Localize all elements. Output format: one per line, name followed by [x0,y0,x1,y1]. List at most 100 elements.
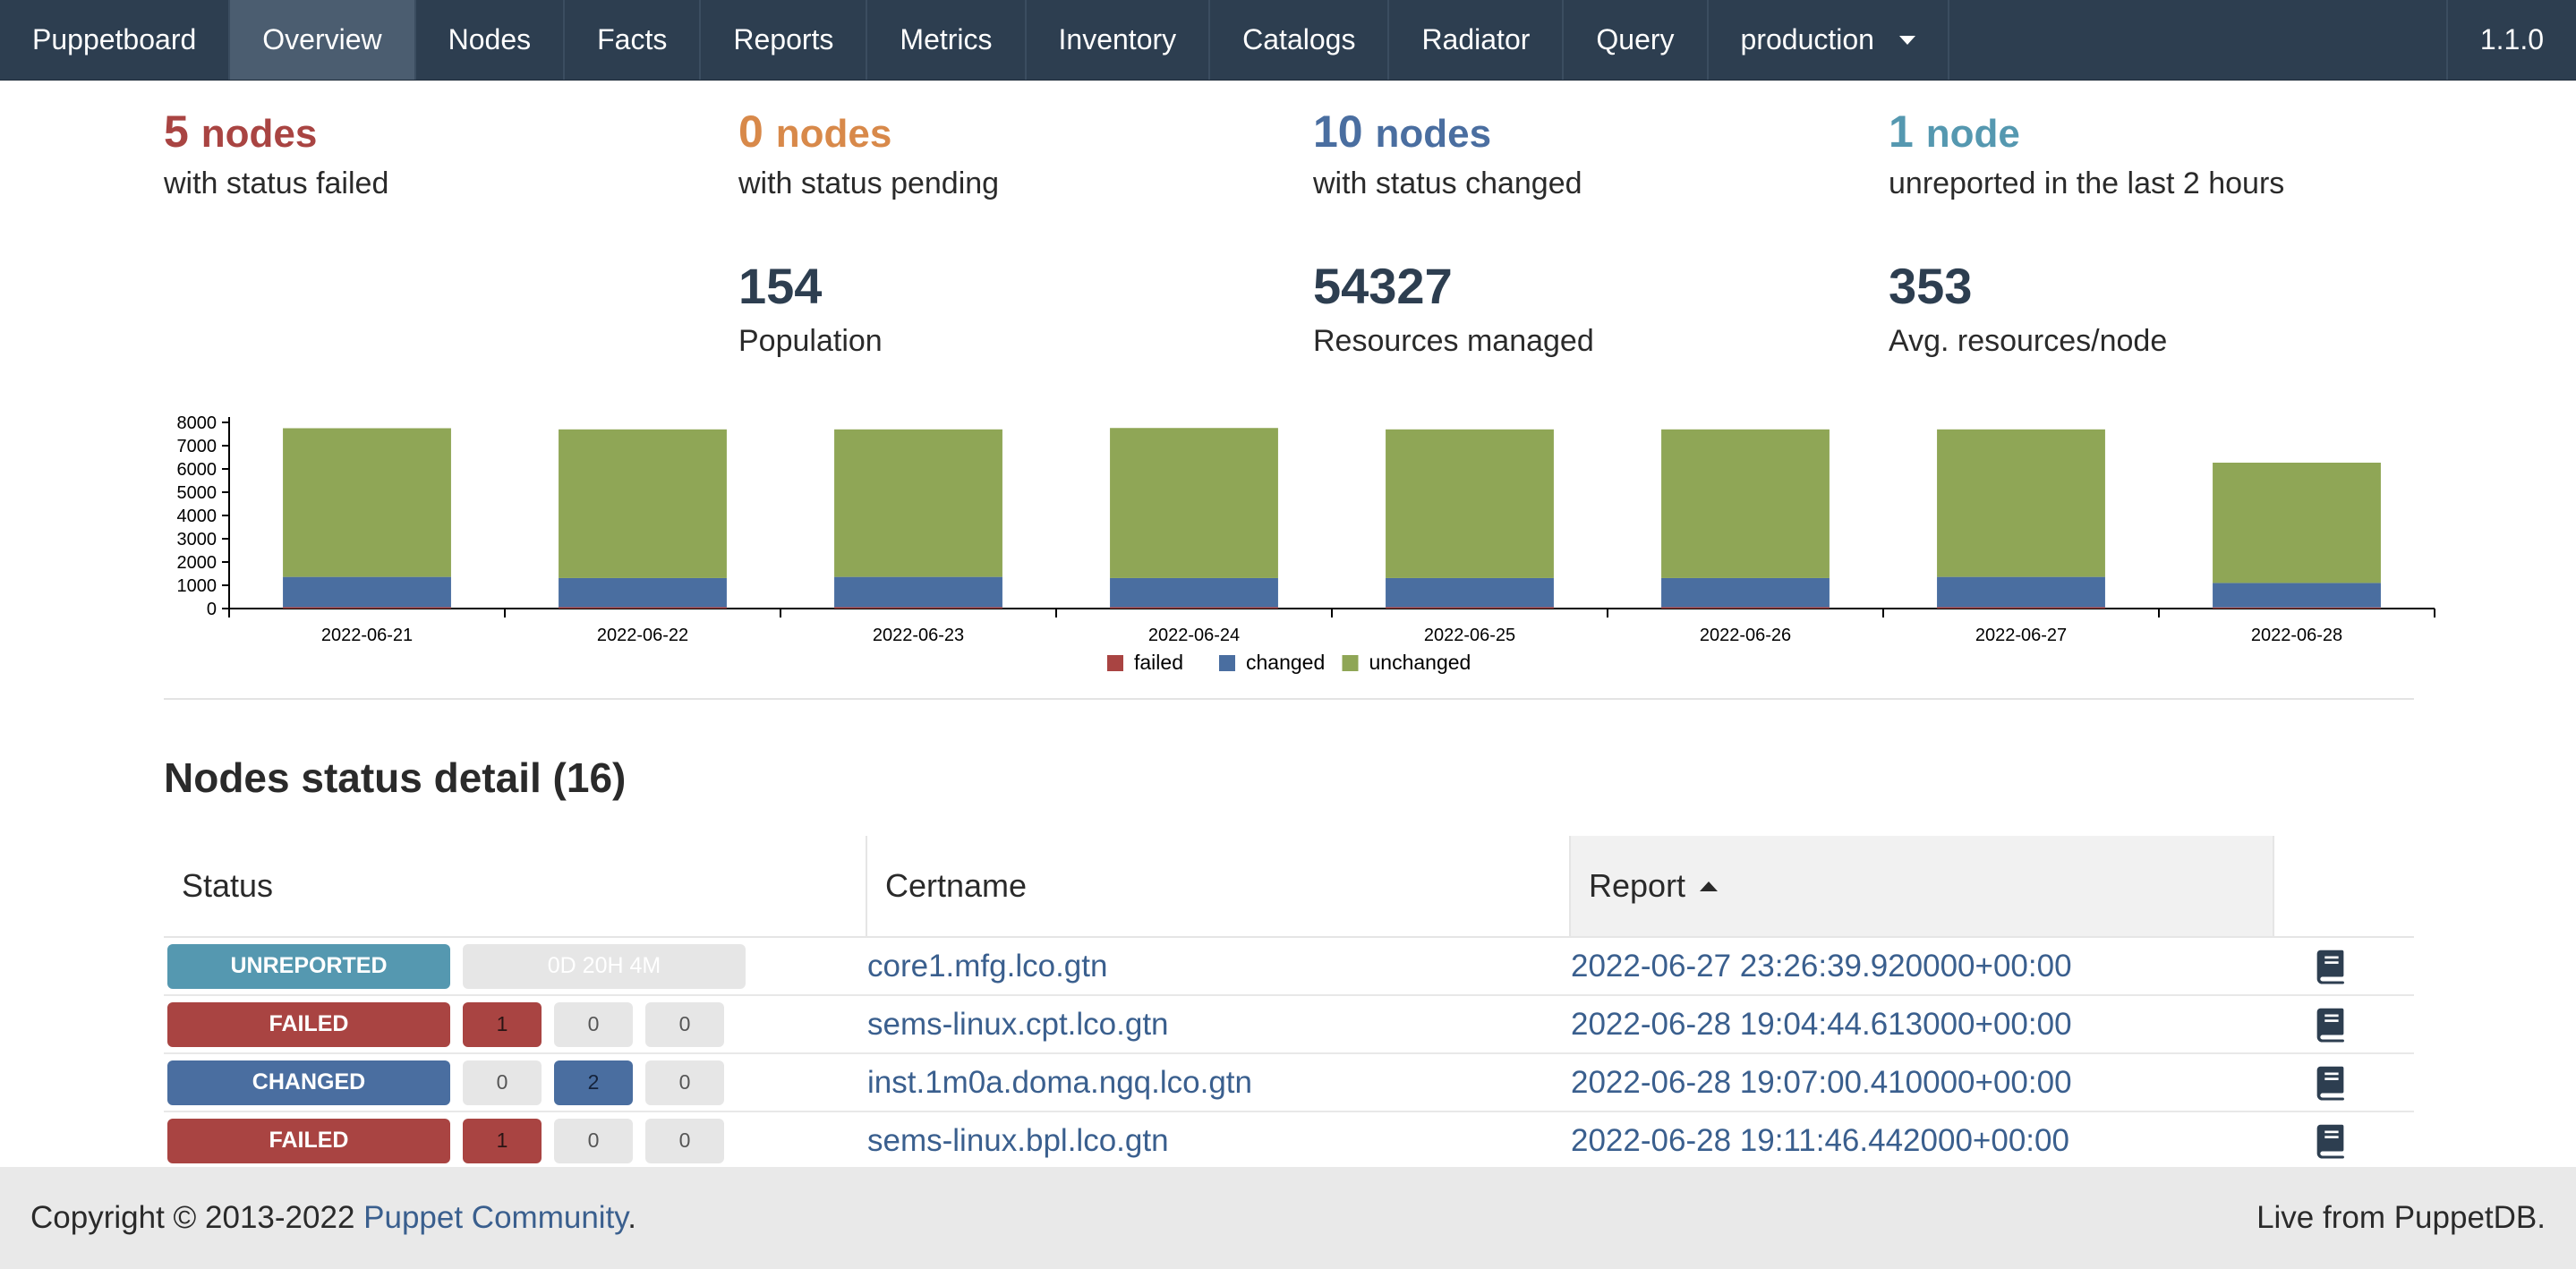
x-tick-label: 2022-06-22 [597,626,688,645]
legend-swatch-failed [1107,655,1123,671]
bar-changed [2213,583,2381,608]
status-badge[interactable]: FAILED [167,1118,450,1163]
x-tick-label: 2022-06-23 [873,626,964,645]
top-navbar: Puppetboard Overview Nodes Facts Reports… [0,0,2576,81]
stat-population: 154 Population [738,261,883,359]
bar-changed [1937,576,2105,608]
stat-resources: 54327 Resources managed [1313,261,1594,359]
nav-facts[interactable]: Facts [565,0,702,80]
stat-failed[interactable]: 5 nodes with status failed [164,109,388,201]
unreported-time-badge: 0D 20H 4M [463,943,746,989]
puppet-community-link[interactable]: Puppet Community [363,1200,627,1235]
stat-pending[interactable]: 0 nodes with status pending [738,109,999,201]
stat-unreported[interactable]: 1 node unreported in the last 2 hours [1889,109,2284,201]
y-tick-label: 3000 [177,530,218,549]
stat-unreported-label: unreported in the last 2 hours [1889,166,2285,200]
nav-query[interactable]: Query [1564,0,1709,80]
header-certname[interactable]: Certname [867,836,1571,936]
nodes-status-table: Status Certname Report UNREPORTED 0D 20H … [164,836,2414,1171]
catalog-book-icon[interactable] [2310,1062,2351,1103]
status-badge[interactable]: FAILED [167,1001,450,1047]
environment-dropdown[interactable]: production [1709,0,1949,80]
table-header: Status Certname Report [164,836,2414,938]
bar-changed [1386,577,1554,608]
stat-resources-value: 54327 [1313,258,1453,314]
table-row: UNREPORTED 0D 20H 4M core1.mfg.lco.gtn 2022… [164,938,2414,996]
footer-copyright: Copyright © 2013-2022 Puppet Community. [30,1200,636,1236]
nav-overview[interactable]: Overview [230,0,416,80]
table-row: CHANGED 0 2 0 inst.1m0a.doma.ngq.lco.gtn 2022… [164,1054,2414,1112]
noop-count: 0 [645,1118,724,1163]
certname-link[interactable]: sems-linux.bpl.lco.gtn [867,1123,1169,1159]
report-link[interactable]: 2022-06-28 19:04:44.613000+00:00 [1571,1007,2072,1043]
changed-count: 0 [554,1001,633,1047]
y-tick-label: 2000 [177,553,218,573]
failed-count: 0 [463,1060,542,1105]
stat-pending-count: 0 [738,106,763,157]
y-tick-label: 0 [207,600,217,619]
noop-count: 0 [645,1001,724,1047]
version-label: 1.1.0 [2445,0,2576,80]
legend-label: unchanged [1369,651,1471,674]
status-badge[interactable]: UNREPORTED [167,943,450,989]
footer-live-label: Live from PuppetDB. [2256,1200,2546,1235]
header-actions [2274,836,2414,936]
catalog-book-icon[interactable] [2310,1120,2351,1162]
bar-failed [1937,607,2105,609]
status-badge[interactable]: CHANGED [167,1060,450,1105]
nav-catalogs[interactable]: Catalogs [1210,0,1390,80]
certname-link[interactable]: core1.mfg.lco.gtn [867,949,1107,984]
bar-failed [1661,607,1830,609]
footer: Copyright © 2013-2022 Puppet Community. … [0,1167,2576,1269]
failed-count: 1 [463,1001,542,1047]
stat-pending-unit: nodes [775,112,892,156]
nav-metrics[interactable]: Metrics [867,0,1027,80]
catalog-book-icon[interactable] [2310,1004,2351,1045]
status-cell: CHANGED 0 2 0 [164,1060,867,1105]
table-row: FAILED 1 0 0 sems-linux.cpt.lco.gtn 2022-06-2… [164,996,2414,1054]
y-tick-label: 1000 [177,576,218,596]
caret-down-icon [1898,35,1915,45]
stat-changed-label: with status changed [1313,166,1582,200]
stat-changed[interactable]: 10 nodes with status changed [1313,109,1582,201]
copyright-period: . [627,1200,636,1235]
status-cell: FAILED 1 0 0 [164,1001,867,1047]
brand-link[interactable]: Puppetboard [0,0,231,80]
x-tick-label: 2022-06-25 [1424,626,1515,645]
bar-unchanged [1110,428,1278,578]
header-report-label: Report [1589,867,1686,904]
y-tick-label: 8000 [177,413,218,433]
changed-count: 2 [554,1060,633,1105]
table-body: UNREPORTED 0D 20H 4M core1.mfg.lco.gtn 2022… [164,938,2414,1171]
bar-failed [283,607,451,609]
nav-nodes[interactable]: Nodes [416,0,566,80]
certname-link[interactable]: sems-linux.cpt.lco.gtn [867,1007,1169,1043]
sort-ascending-icon [1700,881,1719,891]
nav-reports[interactable]: Reports [701,0,868,80]
stat-population-label: Population [738,324,883,358]
copyright-text: Copyright © 2013-2022 [30,1200,355,1235]
report-link[interactable]: 2022-06-28 19:11:46.442000+00:00 [1571,1123,2069,1159]
x-tick-label: 2022-06-21 [321,626,413,645]
certname-link[interactable]: inst.1m0a.doma.ngq.lco.gtn [867,1065,1252,1101]
catalog-book-icon[interactable] [2310,946,2351,987]
y-tick-label: 7000 [177,437,218,456]
bar-unchanged [559,429,727,578]
report-link[interactable]: 2022-06-28 19:07:00.410000+00:00 [1571,1065,2072,1101]
stat-avg-label: Avg. resources/node [1889,324,2168,358]
bar-changed [559,577,727,608]
header-report[interactable]: Report [1571,836,2274,936]
nav-inventory[interactable]: Inventory [1027,0,1211,80]
legend-label: changed [1246,651,1325,674]
y-tick-label: 5000 [177,483,218,503]
header-status[interactable]: Status [164,836,867,936]
legend-swatch-unchanged [1342,655,1359,671]
changed-count: 0 [554,1118,633,1163]
bar-unchanged [1661,429,1830,578]
bar-failed [559,607,727,609]
report-link[interactable]: 2022-06-27 23:26:39.920000+00:00 [1571,949,2072,984]
nav-radiator[interactable]: Radiator [1389,0,1565,80]
stat-failed-unit: nodes [200,112,318,156]
divider [164,698,2414,700]
legend-label: failed [1134,651,1183,674]
